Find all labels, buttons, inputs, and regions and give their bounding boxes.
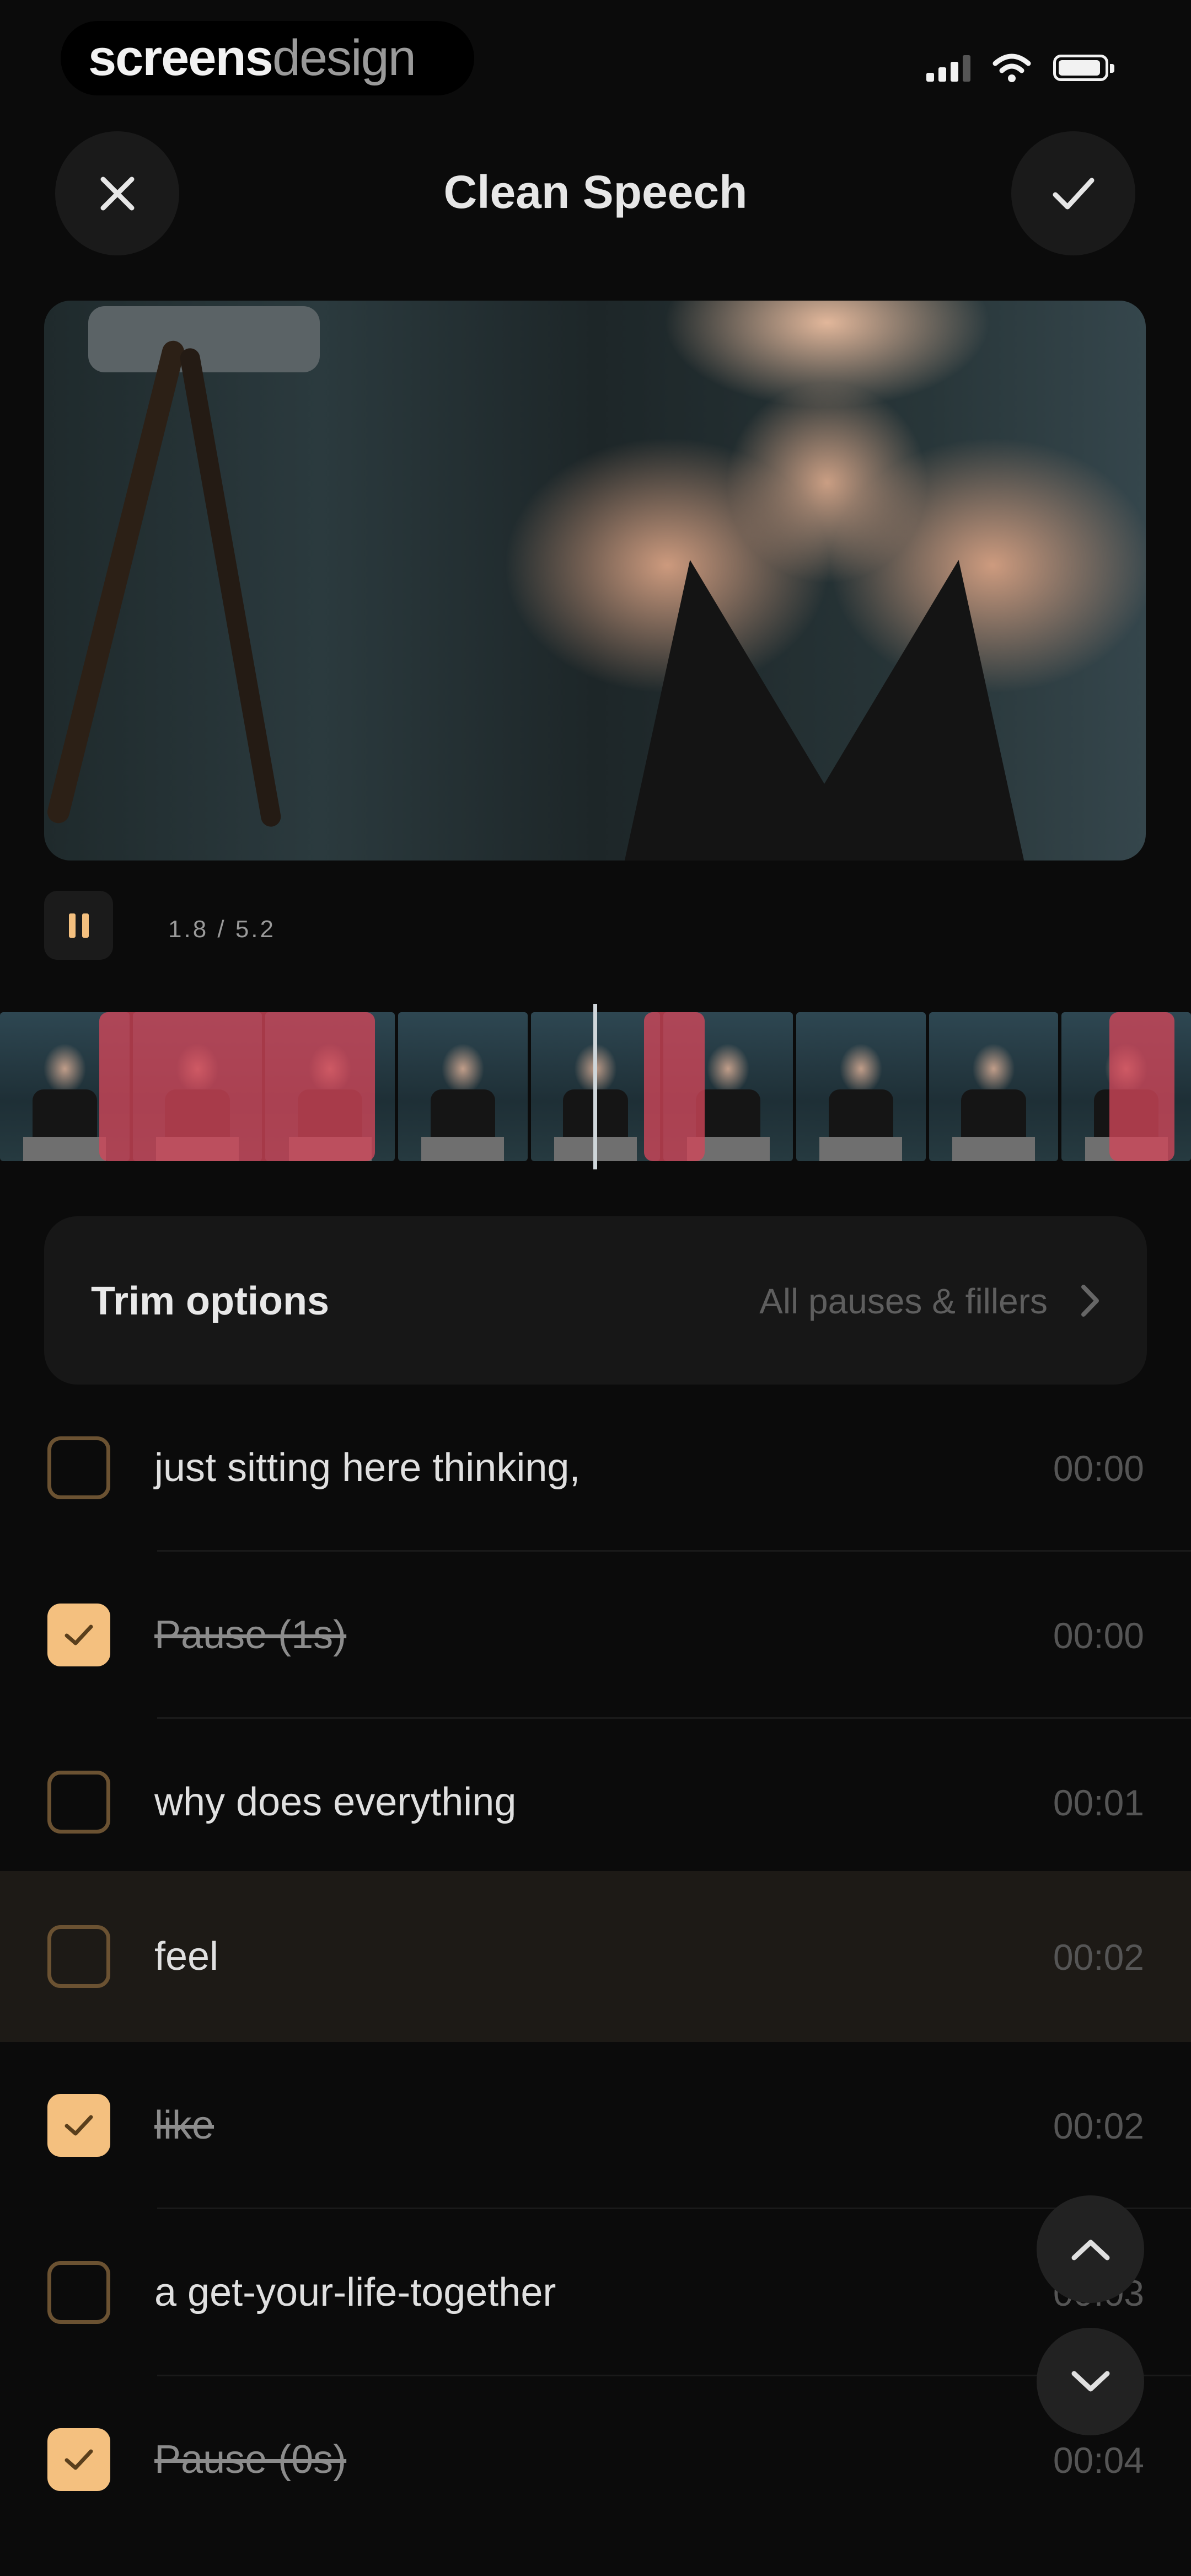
timeline-cut-segment[interactable]: [644, 1012, 705, 1161]
row-checkbox[interactable]: [47, 1925, 110, 1988]
trim-options-label: Trim options: [91, 1279, 329, 1323]
checkmark-icon: [65, 2115, 93, 2136]
row-text: a get-your-life-together: [154, 2270, 556, 2315]
brand-part2: design: [272, 30, 416, 86]
row-checkbox[interactable]: [47, 2094, 110, 2157]
status-icons: [926, 49, 1114, 87]
row-text: Pause (1s): [154, 1613, 347, 1657]
chevron-up-icon: [1071, 2240, 1109, 2260]
checkmark-icon: [65, 1624, 93, 1645]
timeline-cut-segment[interactable]: [1109, 1012, 1174, 1161]
timeline-cut-segment[interactable]: [99, 1012, 375, 1161]
scroll-down-button[interactable]: [1037, 2328, 1144, 2435]
scroll-up-button[interactable]: [1037, 2195, 1144, 2303]
row-checkbox[interactable]: [47, 2261, 110, 2324]
row-timestamp: 00:00: [1053, 1448, 1144, 1489]
transcript-row[interactable]: a get-your-life-together 00:03: [0, 2209, 1191, 2376]
status-bar: screens design: [0, 0, 1191, 121]
video-preview[interactable]: [44, 301, 1146, 861]
row-checkbox[interactable]: [47, 1436, 110, 1499]
subject-clothing: [623, 560, 1026, 861]
background-tripod-leg: [178, 346, 283, 829]
background-light: [88, 306, 320, 372]
timeline-frame: [796, 1012, 926, 1161]
battery-icon: [1053, 55, 1114, 81]
playback-time: 1.8 / 5.2: [168, 916, 276, 943]
row-timestamp: 00:02: [1053, 1937, 1144, 1978]
row-timestamp: 00:02: [1053, 2105, 1144, 2146]
trim-options-value: All pauses & fillers: [759, 1281, 1048, 1321]
brand-watermark: screens design: [61, 21, 474, 95]
transcript-row-active[interactable]: feel 00:02: [0, 1871, 1191, 2042]
transcript-row[interactable]: Pause (0s) 00:04: [0, 2376, 1191, 2576]
chevron-down-icon: [1071, 2371, 1109, 2391]
row-text: why does everything: [154, 1780, 517, 1824]
background-tripod: [45, 338, 187, 826]
row-text: just sitting here thinking,: [154, 1446, 581, 1490]
row-checkbox[interactable]: [47, 2428, 110, 2491]
row-text: Pause (0s): [154, 2438, 347, 2482]
done-button[interactable]: [1011, 131, 1135, 255]
wifi-icon: [993, 54, 1031, 82]
checkmark-icon: [1053, 178, 1094, 209]
transcript-row[interactable]: Pause (1s) 00:00: [0, 1552, 1191, 1719]
timeline-frame: [398, 1012, 528, 1161]
timeline-frame: [929, 1012, 1059, 1161]
row-timestamp: 00:00: [1053, 1615, 1144, 1656]
timeline-playhead[interactable]: [593, 1004, 597, 1169]
row-timestamp: 00:04: [1053, 2440, 1144, 2481]
transcript-row[interactable]: just sitting here thinking, 00:00: [0, 1385, 1191, 1552]
row-checkbox[interactable]: [47, 1771, 110, 1834]
signal-icon: [926, 54, 970, 82]
checkmark-icon: [65, 2449, 93, 2470]
pause-button[interactable]: [44, 891, 113, 960]
brand-part1: screens: [88, 30, 273, 86]
chevron-right-icon: [1081, 1285, 1099, 1317]
row-checkbox[interactable]: [47, 1604, 110, 1666]
pause-icon: [68, 913, 89, 938]
transcript-row[interactable]: why does everything 00:01: [0, 1719, 1191, 1886]
row-text: like: [154, 2103, 214, 2147]
row-text: feel: [154, 1934, 219, 1979]
row-timestamp: 00:01: [1053, 1782, 1144, 1823]
transcript-row[interactable]: like 00:02: [0, 2042, 1191, 2209]
